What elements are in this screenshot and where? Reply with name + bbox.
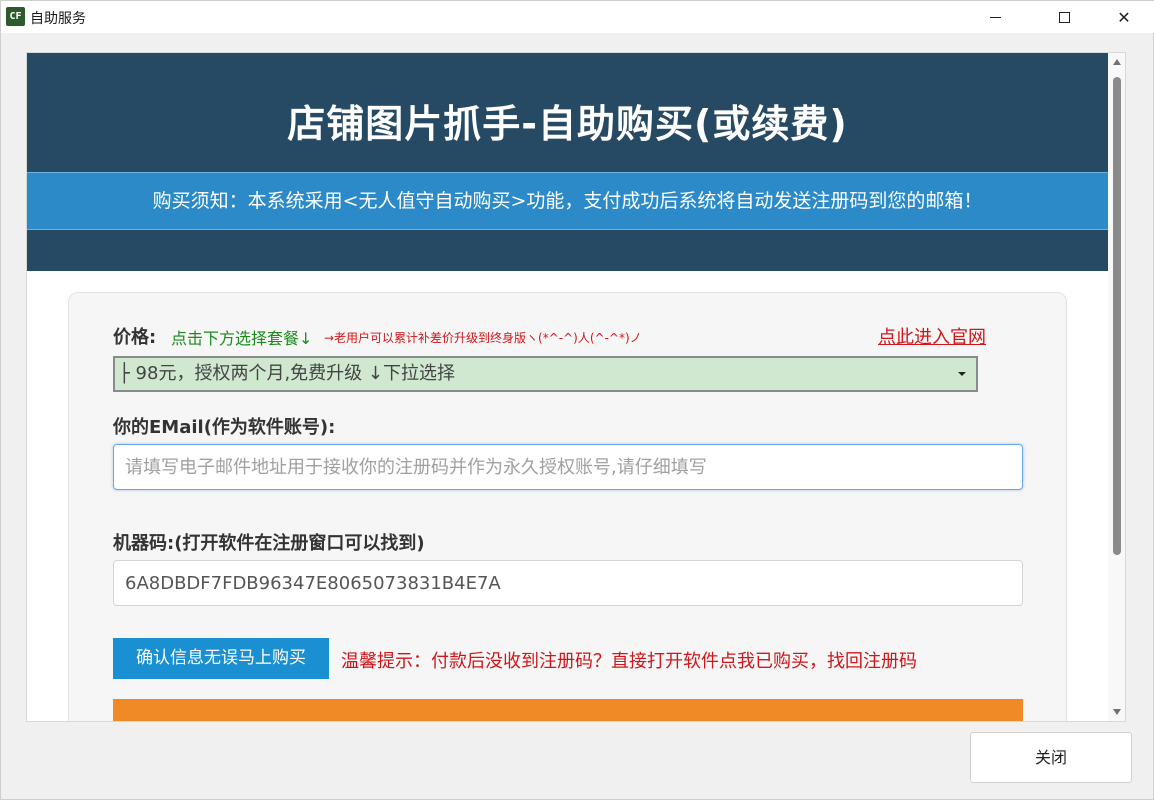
orange-notice-bar [113,699,1023,721]
scroll-thumb[interactable] [1113,77,1121,555]
close-icon: ✕ [1117,7,1131,27]
web-content: 店铺图片抓手-自助购买(或续费) 购买须知：本系统采用<无人值守自动购买>功能，… [26,52,1126,722]
purchase-form-panel: 价格: 点击下方选择套餐↓ →老用户可以累计补差价升级到终身版ヽ(*^-^)人(… [68,292,1067,721]
purchase-notice: 购买须知：本系统采用<无人值守自动购买>功能，支付成功后系统将自动发送注册码到您… [27,172,1108,230]
close-button[interactable]: 关闭 [970,732,1132,783]
app-window: CF 自助服务 ✕ 店铺图片抓手-自助购买(或续费) 购买须知：本系统采用<无人… [0,0,1154,800]
machine-code-label: 机器码:(打开软件在注册窗口可以找到) [113,533,425,554]
price-hint-select: 点击下方选择套餐↓ [171,329,313,348]
page-title: 店铺图片抓手-自助购买(或续费) [287,102,848,146]
buy-button[interactable]: 确认信息无误马上购买 [113,638,329,679]
app-icon: CF [6,7,25,26]
scroll-down-icon[interactable] [1113,709,1121,715]
scroll-up-icon[interactable] [1113,59,1121,65]
page-header: 店铺图片抓手-自助购买(或续费) 购买须知：本系统采用<无人值守自动购买>功能，… [27,53,1108,271]
vertical-scrollbar[interactable] [1108,53,1125,721]
email-label: 你的EMail(作为软件账号): [113,417,336,438]
warm-tip: 温馨提示：付款后没收到注册码？直接打开软件点我已购买，找回注册码 [341,651,917,672]
title-bar: CF 自助服务 ✕ [1,1,1154,33]
plan-select[interactable]: ├ 98元，授权两个月,免费升级 ↓下拉选择 [113,356,978,392]
email-input[interactable] [113,444,1023,490]
maximize-button[interactable] [1041,1,1087,33]
maximize-icon [1058,11,1070,23]
price-hint-upgrade: →老用户可以累计补差价升级到终身版ヽ(*^-^)人(^-^*)ノ [324,331,642,345]
caret-down-icon [958,372,966,376]
window-title: 自助服务 [30,11,86,27]
close-window-button[interactable]: ✕ [1101,1,1147,33]
minimize-icon [989,16,1001,18]
minimize-button[interactable] [972,1,1018,33]
official-site-link[interactable]: 点此进入官网 [878,323,986,349]
price-label: 价格: [113,327,157,348]
plan-select-value: ├ 98元，授权两个月,免费升级 ↓下拉选择 [119,363,455,384]
machine-code-input[interactable] [113,560,1023,606]
